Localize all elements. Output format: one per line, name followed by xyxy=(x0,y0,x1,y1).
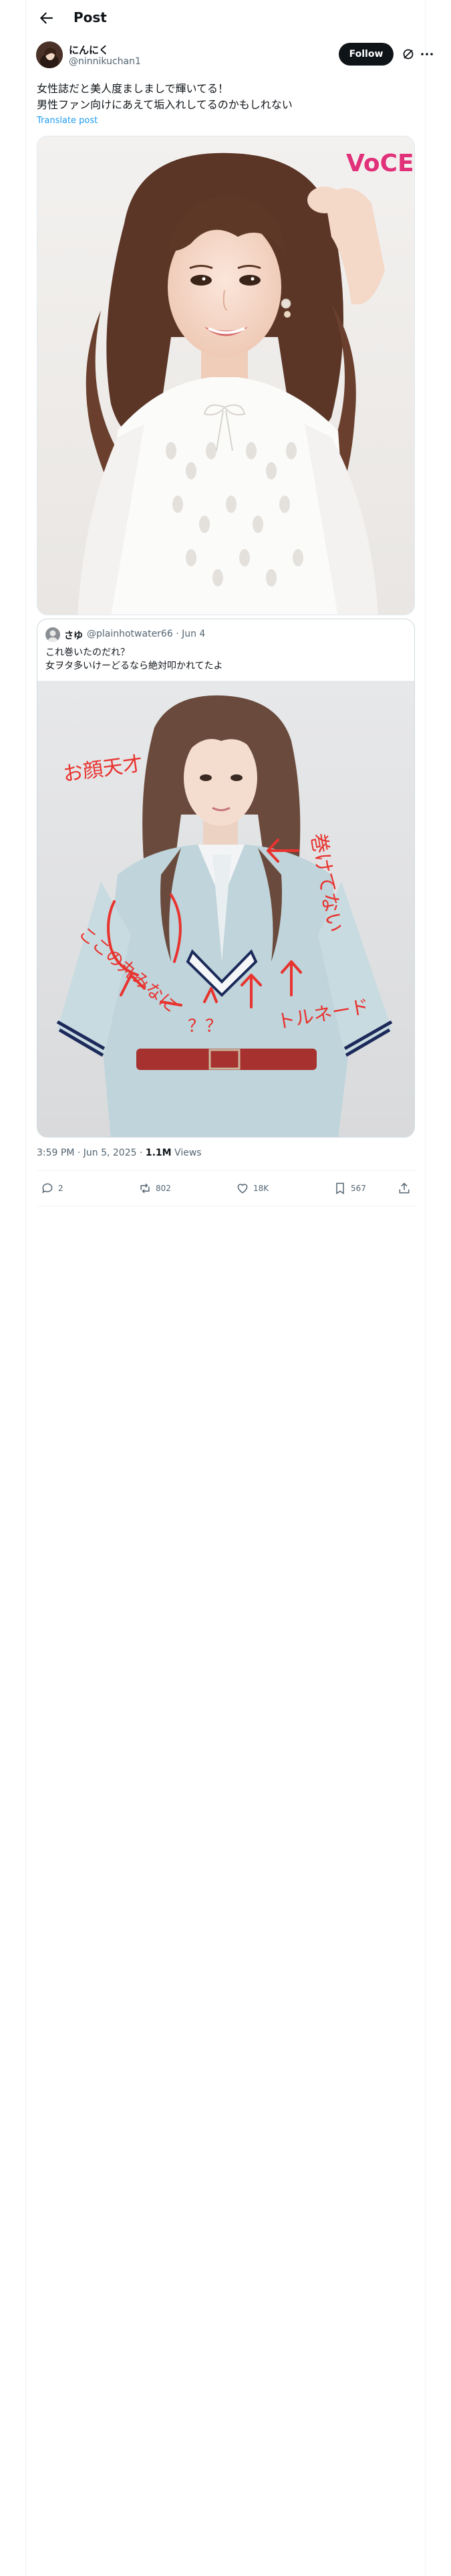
views-label: Views xyxy=(171,1148,202,1158)
left-border xyxy=(25,0,26,2576)
annotation-text: ？？ xyxy=(188,1016,222,1037)
back-arrow-icon[interactable] xyxy=(37,9,55,27)
translate-link[interactable]: Translate post xyxy=(37,116,98,126)
share-icon xyxy=(399,1182,410,1194)
bookmark-count: 567 xyxy=(351,1184,366,1193)
reply-icon xyxy=(42,1183,53,1194)
repost-button[interactable]: 802 xyxy=(138,1182,171,1195)
repost-count: 802 xyxy=(156,1184,171,1193)
author-handle[interactable]: @ninnikuchan1 xyxy=(69,56,141,67)
bookmark-icon xyxy=(336,1182,344,1194)
quoted-author-name: さゆ xyxy=(64,631,83,641)
page-title: Post xyxy=(73,9,107,25)
post-text-line: 男性ファン向けにあえて垢入れしてるのかもしれない xyxy=(37,98,293,111)
action-bar: 2 802 18K 567 xyxy=(37,1171,415,1206)
views-count: 1.1M xyxy=(145,1148,172,1158)
quoted-author-meta: @plainhotwater66 · Jun 4 xyxy=(87,629,206,639)
voce-logo: VoCE xyxy=(346,150,414,177)
post-text-line: 女性誌だと美人度ましましで輝いてる！ xyxy=(37,82,229,95)
post-text: 女性誌だと美人度ましましで輝いてる！ 男性ファン向けにあえて垢入れしてるのかもし… xyxy=(37,81,414,113)
more-options-icon[interactable] xyxy=(420,47,434,61)
follow-button[interactable]: Follow xyxy=(339,43,394,66)
repost-icon xyxy=(140,1183,150,1194)
post-timestamp[interactable]: 3:59 PM · Jun 5, 2025 · 1.1M Views xyxy=(37,1148,202,1158)
avatar[interactable] xyxy=(36,41,63,68)
grok-icon[interactable] xyxy=(402,47,415,61)
time-date: 3:59 PM · Jun 5, 2025 · xyxy=(37,1148,146,1158)
bookmark-button[interactable]: 567 xyxy=(333,1182,366,1195)
quoted-image[interactable]: お顔天才 巻けてない ここの丸みなに ？？ トルネード xyxy=(37,681,414,1137)
post-image[interactable]: VoCE xyxy=(37,136,415,615)
reply-count: 2 xyxy=(58,1184,63,1193)
top-bar: Post xyxy=(26,0,425,35)
post-author: にんにく @ninnikuchan1 Follow xyxy=(36,41,433,71)
right-border xyxy=(425,0,426,2576)
author-name[interactable]: にんにく xyxy=(69,43,109,57)
like-count: 18K xyxy=(253,1184,269,1193)
like-button[interactable]: 18K xyxy=(236,1182,269,1195)
share-button[interactable] xyxy=(398,1182,411,1195)
quoted-text-line: 女ヲタ多いけーどるなら絶対叩かれてたよ xyxy=(45,661,223,671)
reply-button[interactable]: 2 xyxy=(41,1182,63,1195)
quoted-avatar xyxy=(45,627,60,642)
quoted-text-line: これ巻いたのだれ？ xyxy=(45,647,130,658)
heart-icon xyxy=(237,1184,248,1194)
quoted-post[interactable]: さゆ @plainhotwater66 · Jun 4 これ巻いたのだれ？ 女ヲ… xyxy=(37,619,415,1138)
quoted-post-text: これ巻いたのだれ？ 女ヲタ多いけーどるなら絶対叩かれてたよ xyxy=(45,646,406,673)
